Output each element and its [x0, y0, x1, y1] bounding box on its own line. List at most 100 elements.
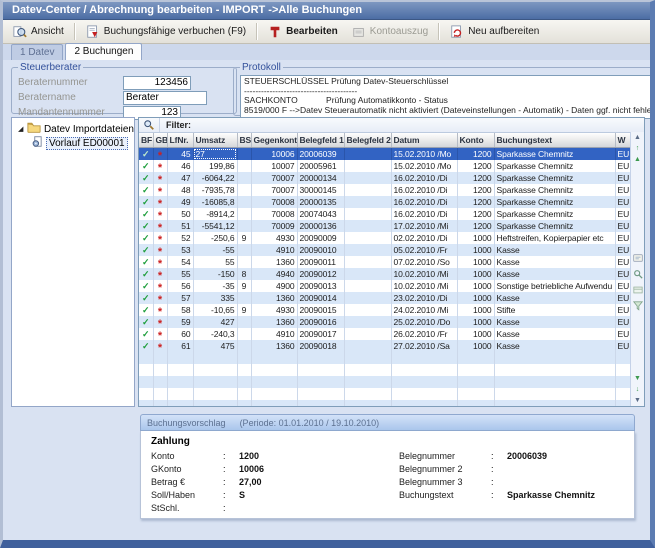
table-row[interactable]: ✓*545513602009001107.02.2010 /So1000Kass…	[139, 256, 631, 268]
table-row[interactable]: ✓*5942713602009001625.02.2010 /Do1000Kas…	[139, 316, 631, 328]
cell-datum: 16.02.2010 /Di	[391, 208, 457, 220]
scroll-to-bottom-icon[interactable]: ▼	[631, 395, 644, 406]
cell-text: Sparkasse Chemnitz	[494, 160, 615, 172]
table-row[interactable]: ✓*55-150849402009001210.02.2010 /Mi1000K…	[139, 268, 631, 280]
cell-datum: 24.02.2010 /Mi	[391, 304, 457, 316]
table-row[interactable]: ✓*48-7935,78700073000014516.02.2010 /Di1…	[139, 184, 631, 196]
flag-star-icon: *	[158, 212, 162, 220]
cell-gegenkonto: 70007	[251, 172, 297, 184]
cell-beleg1: 20090015	[297, 304, 344, 316]
column-header-text[interactable]: Buchungstext	[494, 133, 615, 148]
input-beraternummer[interactable]	[123, 76, 191, 90]
table-row[interactable]: ✓*6147513602009001827.02.2010 /Sa1000Kas…	[139, 340, 631, 352]
cell-beleg2	[344, 196, 391, 208]
protokoll-textbox[interactable]: STEUERSCHLÜSSEL Prüfung Datev-Steuerschl…	[240, 75, 655, 119]
filter-search-icon[interactable]	[139, 118, 160, 132]
cell-konto: 1200	[457, 196, 494, 208]
column-header-datum[interactable]: Datum	[391, 133, 457, 148]
cell-umsatz: 475	[193, 340, 237, 352]
toolbar-button-buchungsf-hige-verbuchen-f9-[interactable]: Buchungsfähige verbuchen (F9)	[79, 22, 253, 42]
cell-lfnr: 47	[167, 172, 193, 184]
cell-umsatz: -7935,78	[193, 184, 237, 196]
cell-beleg1: 20090012	[297, 268, 344, 280]
cell-beleg2	[344, 328, 391, 340]
flag-star-icon: *	[158, 152, 162, 160]
table-row[interactable]: ✓*52-250,6949302009000902.02.2010 /Di100…	[139, 232, 631, 244]
cell-gegenkonto: 4930	[251, 304, 297, 316]
filter-funnel-icon[interactable]	[633, 301, 643, 313]
column-header-beleg2[interactable]: Belegfeld 2	[344, 133, 391, 148]
steuerberater-groupbox: Steuerberater BeraternummerBeraternameMa…	[11, 62, 237, 114]
cell-bs	[237, 148, 251, 161]
dataset-icon[interactable]	[633, 285, 643, 297]
table-header-row[interactable]: BFGBLfNr.UmsatzBSGegenkontoBelegfeld 1Be…	[139, 133, 631, 148]
cell-bs: 9	[237, 304, 251, 316]
table-row[interactable]: ✓*60-240,349102009001726.02.2010 /Fr1000…	[139, 328, 631, 340]
scroll-up-icon[interactable]: ▲	[631, 154, 644, 165]
tree-item-vorlauf[interactable]: Vorlauf ED00001	[12, 136, 134, 150]
cell-umsatz: -240,3	[193, 328, 237, 340]
cell-konto: 1000	[457, 232, 494, 244]
cell-datum: 16.02.2010 /Di	[391, 172, 457, 184]
table-row[interactable]: ✓*58-10,65949302009001524.02.2010 /Mi100…	[139, 304, 631, 316]
cell-beleg2	[344, 232, 391, 244]
vorschlag-label: StSchl.	[151, 503, 223, 513]
tree-expand-icon[interactable]: ◢	[18, 125, 24, 133]
table-row[interactable]: ✓*49-16085,8700082000013516.02.2010 /Di1…	[139, 196, 631, 208]
tab-2-buchungen[interactable]: 2 Buchungen	[65, 43, 142, 60]
cell-w: EU	[615, 148, 631, 161]
cell-w: EU	[615, 232, 631, 244]
cell-datum: 02.02.2010 /Di	[391, 232, 457, 244]
column-header-gegenkonto[interactable]: Gegenkonto	[251, 133, 297, 148]
column-header-gb[interactable]: GB	[153, 133, 167, 148]
table-row[interactable]: ✓*46199,86100072000596115.02.2010 /Mo120…	[139, 160, 631, 172]
cell-text: Sparkasse Chemnitz	[494, 148, 615, 161]
cell-text: Kasse	[494, 244, 615, 256]
scroll-page-up-icon[interactable]: ↑	[631, 143, 644, 154]
flag-star-icon: *	[158, 200, 162, 208]
cell-bs	[237, 340, 251, 352]
table-row[interactable]: ✓*53-5549102009001005.02.2010 /Fr1000Kas…	[139, 244, 631, 256]
grid-scrollbar[interactable]: ▲ ↑ ▲ ▼ ↓ ▼	[630, 132, 644, 406]
scroll-down-icon[interactable]: ▼	[631, 373, 644, 384]
cell-beleg1: 20090018	[297, 340, 344, 352]
cell-beleg1: 20090016	[297, 316, 344, 328]
scroll-to-top-icon[interactable]: ▲	[631, 132, 644, 143]
cell-umsatz: -250,6	[193, 232, 237, 244]
cell-gegenkonto: 70009	[251, 220, 297, 232]
table-row[interactable]: ✓*51-5541,12700092000013617.02.2010 /Mi1…	[139, 220, 631, 232]
table-row[interactable]: ✓*47-6064,22700072000013416.02.2010 /Di1…	[139, 172, 631, 184]
column-header-bf[interactable]: BF	[139, 133, 153, 148]
column-header-lfnr[interactable]: LfNr.	[167, 133, 193, 148]
cell-beleg2	[344, 220, 391, 232]
column-header-beleg1[interactable]: Belegfeld 1	[297, 133, 344, 148]
flag-star-icon: *	[158, 332, 162, 340]
flag-star-icon: *	[158, 224, 162, 232]
column-header-konto[interactable]: Konto	[457, 133, 494, 148]
column-header-bs[interactable]: BS	[237, 133, 251, 148]
cell-konto: 1200	[457, 184, 494, 196]
table-row[interactable]: ✓*50-8914,2700082007404316.02.2010 /Di12…	[139, 208, 631, 220]
cell-konto: 1200	[457, 160, 494, 172]
tab-1-datev[interactable]: 1 Datev	[11, 44, 63, 60]
input-beratername[interactable]	[123, 91, 207, 105]
table-row[interactable]: ✓*4527100062000603915.02.2010 /Mo1200Spa…	[139, 148, 631, 161]
column-header-umsatz[interactable]: Umsatz	[193, 133, 237, 148]
toolbar-button-ansicht[interactable]: Ansicht	[6, 22, 71, 42]
cell-beleg2	[344, 268, 391, 280]
flag-star-icon: *	[158, 176, 162, 184]
search-records-icon[interactable]	[633, 269, 643, 281]
cell-text: Kasse	[494, 268, 615, 280]
posted-check-icon: ✓	[142, 293, 149, 303]
toolbar-button-neu-aufbereiten[interactable]: Neu aufbereiten	[443, 22, 546, 42]
card-view-icon[interactable]	[633, 253, 643, 265]
cell-datum: 15.02.2010 /Mo	[391, 160, 457, 172]
protokoll-legend: Protokoll	[240, 62, 283, 73]
table-row[interactable]: ✓*56-35949002009001310.02.2010 /Mi1000So…	[139, 280, 631, 292]
column-header-w[interactable]: W	[615, 133, 631, 148]
toolbar-button-bearbeiten[interactable]: Bearbeiten	[261, 22, 345, 42]
table-row[interactable]: ✓*5733513602009001423.02.2010 /Di1000Kas…	[139, 292, 631, 304]
tree-root-datev-importdateien[interactable]: ◢ Datev Importdateien	[12, 122, 134, 136]
cell-konto: 1000	[457, 256, 494, 268]
scroll-page-down-icon[interactable]: ↓	[631, 384, 644, 395]
